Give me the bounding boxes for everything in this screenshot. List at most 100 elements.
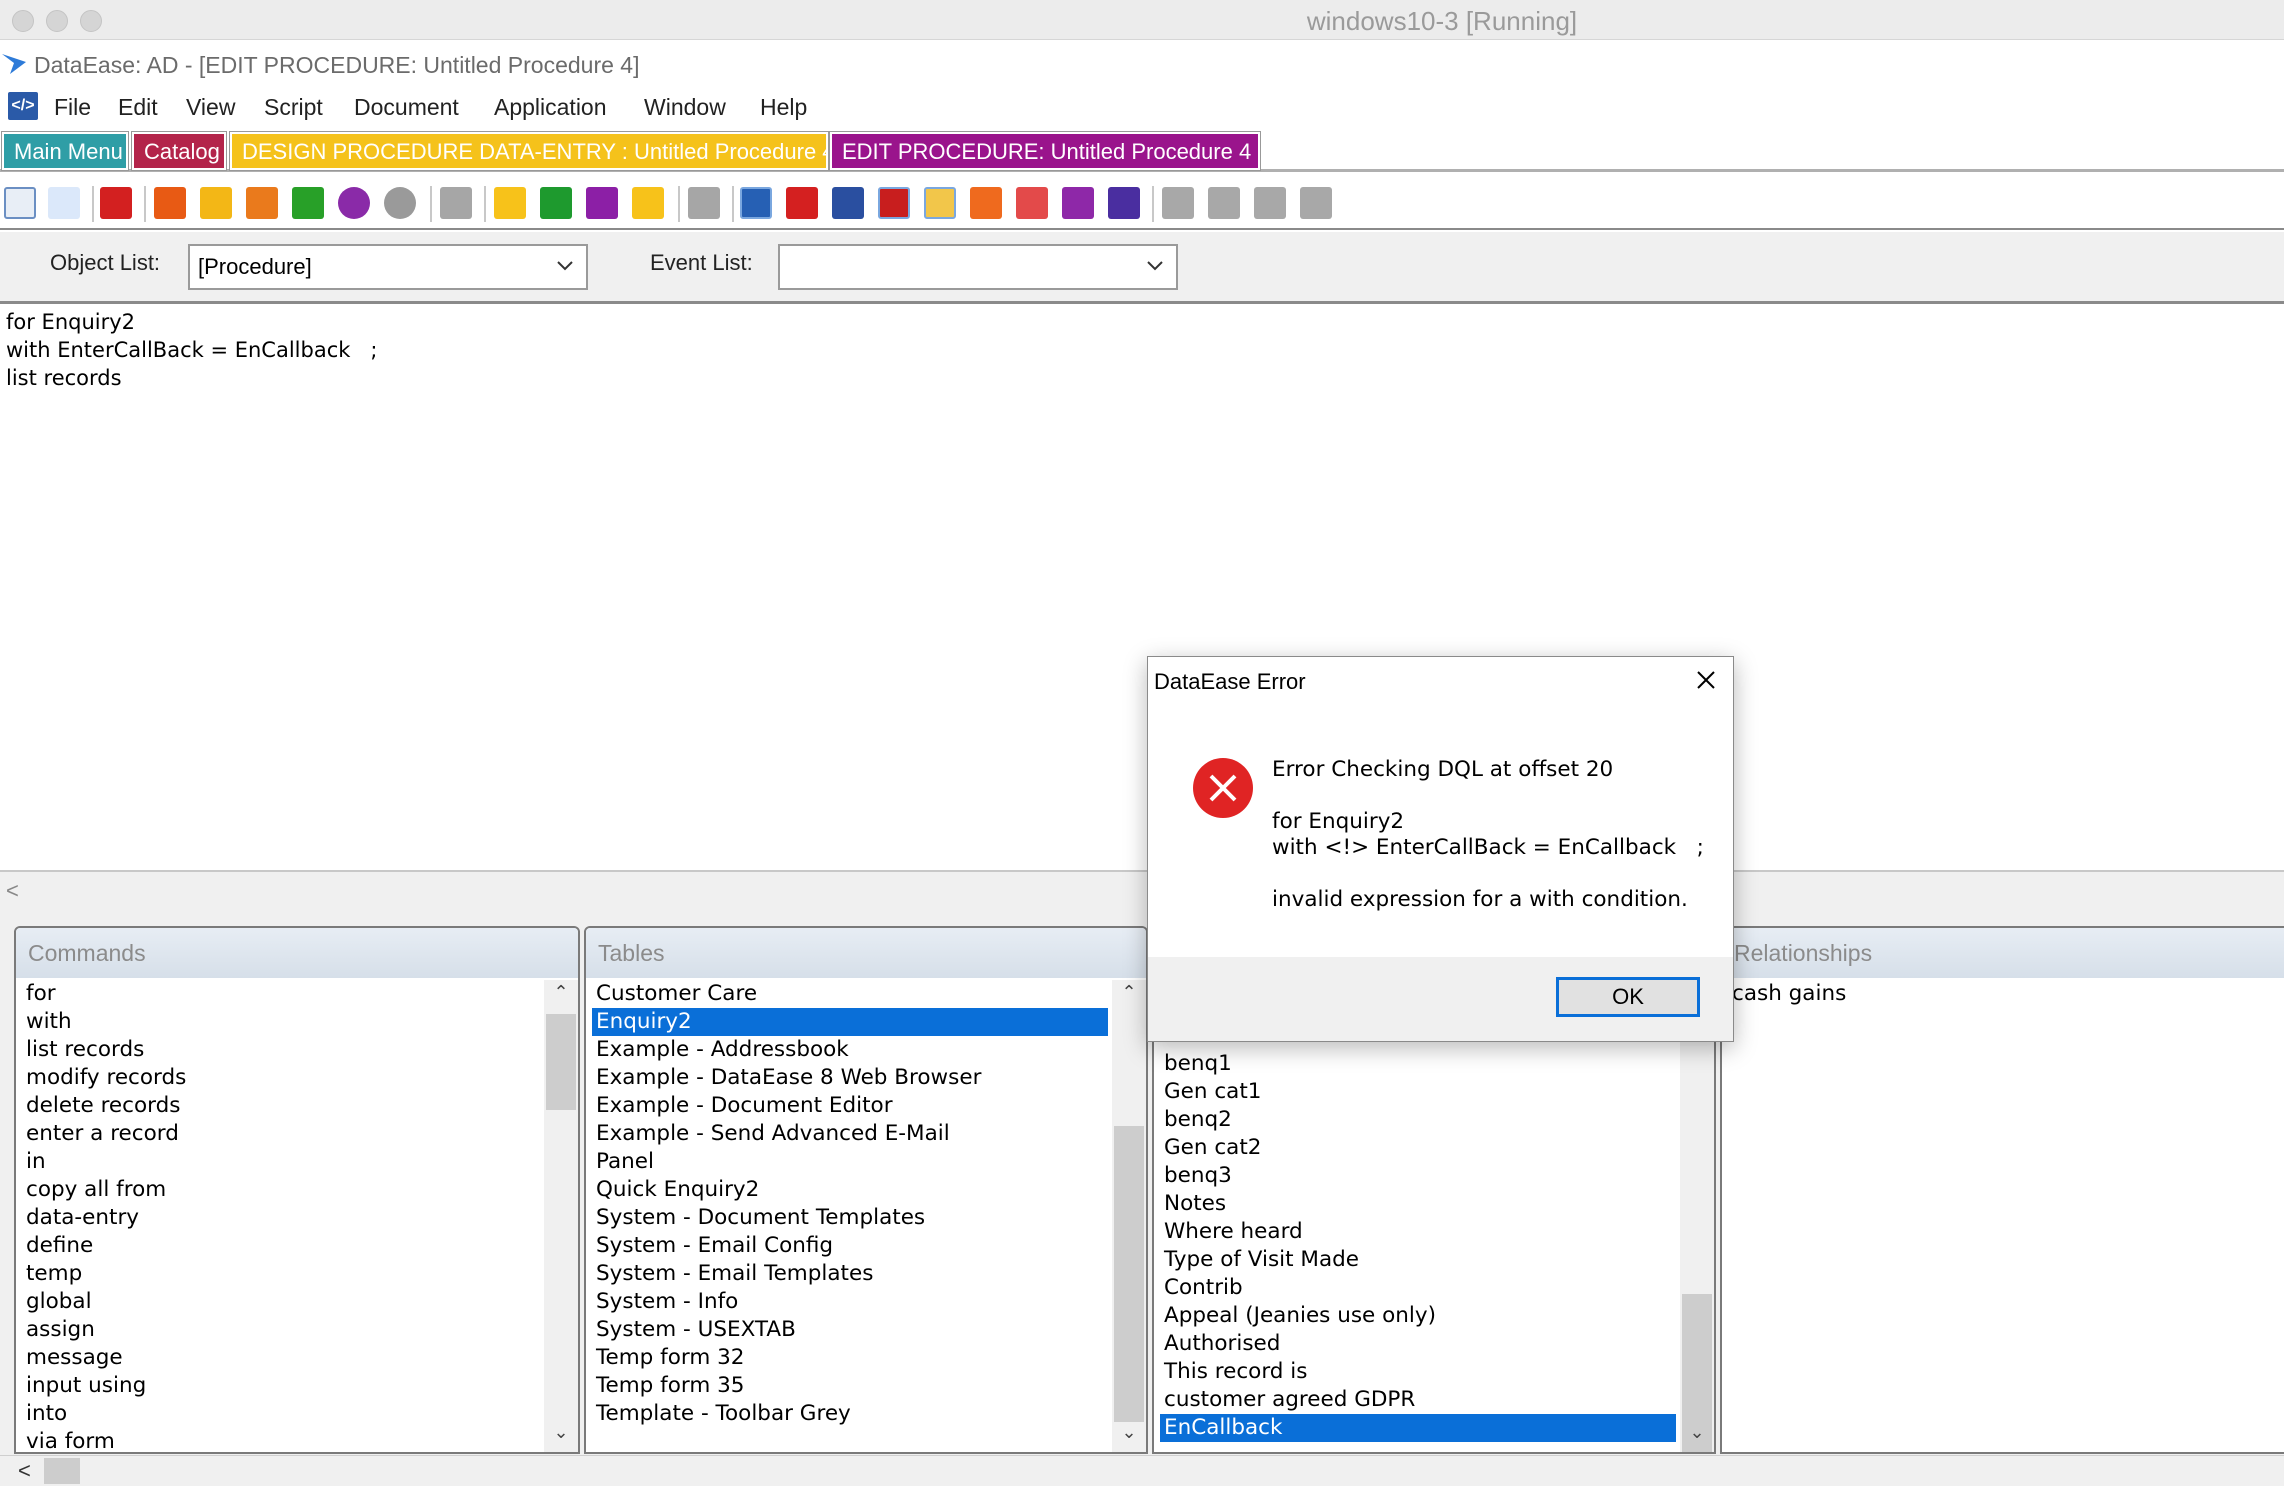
list-item[interactable]: Where heard xyxy=(1160,1218,1676,1246)
navigator-icon[interactable] xyxy=(4,187,36,219)
settings-icon[interactable] xyxy=(154,187,186,219)
menu-window[interactable]: Window xyxy=(644,94,726,121)
scroll-down-icon[interactable]: ⌄ xyxy=(1112,1422,1146,1450)
list-item[interactable]: Temp form 35 xyxy=(592,1372,1108,1400)
copy-icon[interactable] xyxy=(246,187,278,219)
resize-icon[interactable] xyxy=(1300,187,1332,219)
list-item[interactable]: Example - Document Editor xyxy=(592,1092,1108,1120)
find-icon[interactable] xyxy=(540,187,572,219)
list-item[interactable]: for xyxy=(22,980,186,1008)
tab-edit-procedure[interactable]: EDIT PROCEDURE: Untitled Procedure 4 xyxy=(829,131,1261,171)
list-item[interactable]: assign xyxy=(22,1316,186,1344)
cut-icon[interactable] xyxy=(200,187,232,219)
list-item[interactable]: modify records xyxy=(22,1064,186,1092)
list-item[interactable]: Temp form 32 xyxy=(592,1344,1108,1372)
list-item[interactable]: Appeal (Jeanies use only) xyxy=(1160,1302,1676,1330)
scroll-left-icon[interactable]: < xyxy=(18,1458,31,1484)
scroll-thumb[interactable] xyxy=(44,1458,80,1484)
list-item[interactable]: Gen cat1 xyxy=(1160,1078,1676,1106)
scroll-up-icon[interactable]: ⌃ xyxy=(1112,982,1146,1010)
align-bottom-icon[interactable] xyxy=(1208,187,1240,219)
list-item[interactable]: data-entry xyxy=(22,1204,186,1232)
list-item[interactable]: benq2 xyxy=(1160,1106,1676,1134)
function-icon[interactable] xyxy=(786,187,818,219)
list-item[interactable]: Example - DataEase 8 Web Browser xyxy=(592,1064,1108,1092)
bottom-horizontal-scrollbar[interactable]: < xyxy=(0,1455,2284,1486)
list-item[interactable]: Contrib xyxy=(1160,1274,1676,1302)
list-item[interactable]: System - Document Templates xyxy=(592,1204,1108,1232)
list-item-selected[interactable]: EnCallback xyxy=(1160,1414,1676,1442)
replace-icon[interactable] xyxy=(586,187,618,219)
list-item[interactable]: System - Info xyxy=(592,1288,1108,1316)
list-item[interactable]: message xyxy=(22,1344,186,1372)
form-icon[interactable] xyxy=(924,187,956,219)
menu-document[interactable]: Document xyxy=(354,94,459,121)
scroll-down-icon[interactable]: ⌄ xyxy=(1680,1422,1714,1450)
import-icon[interactable] xyxy=(1062,187,1094,219)
tables-scrollbar[interactable]: ⌃ ⌄ xyxy=(1112,980,1146,1452)
align-icon[interactable] xyxy=(1162,187,1194,219)
list-item[interactable]: System - USEXTAB xyxy=(592,1316,1108,1344)
menu-file[interactable]: File xyxy=(54,94,91,121)
view-icon[interactable] xyxy=(740,187,772,219)
tab-main-menu[interactable]: Main Menu xyxy=(1,131,129,171)
list-item[interactable]: Panel xyxy=(592,1148,1108,1176)
close-icon[interactable] xyxy=(1691,665,1721,695)
list-item[interactable]: Authorised xyxy=(1160,1330,1676,1358)
scroll-thumb[interactable] xyxy=(1114,1126,1144,1422)
menu-help[interactable]: Help xyxy=(760,94,807,121)
list-item[interactable]: cash gains xyxy=(1728,980,1846,1008)
list-item[interactable]: delete records xyxy=(22,1092,186,1120)
fields-scrollbar[interactable]: ⌄ xyxy=(1680,980,1714,1452)
list-item[interactable]: Type of Visit Made xyxy=(1160,1246,1676,1274)
list-item[interactable]: Example - Addressbook xyxy=(592,1036,1108,1064)
save-icon[interactable] xyxy=(100,187,132,219)
ok-button[interactable]: OK xyxy=(1556,977,1700,1017)
printer-icon[interactable] xyxy=(878,187,910,219)
list-item[interactable]: with xyxy=(22,1008,186,1036)
list-item[interactable]: Example - Send Advanced E-Mail xyxy=(592,1120,1108,1148)
scroll-down-icon[interactable]: ⌄ xyxy=(544,1422,578,1450)
list-item[interactable]: customer agreed GDPR xyxy=(1160,1386,1676,1414)
scroll-up-icon[interactable]: ⌃ xyxy=(544,982,578,1010)
export-icon[interactable] xyxy=(970,187,1002,219)
list-item[interactable]: Notes xyxy=(1160,1190,1676,1218)
scroll-thumb[interactable] xyxy=(546,1014,576,1110)
document-icon[interactable] xyxy=(832,187,864,219)
menu-view[interactable]: View xyxy=(186,94,235,121)
distribute-icon[interactable] xyxy=(1254,187,1286,219)
paste-icon[interactable] xyxy=(292,187,324,219)
grid-icon[interactable] xyxy=(1016,187,1048,219)
list-item-selected[interactable]: Enquiry2 xyxy=(592,1008,1108,1036)
list-item[interactable]: benq1 xyxy=(1160,1050,1676,1078)
object-list-select[interactable]: [Procedure] xyxy=(188,244,588,290)
list-item[interactable]: System - Email Config xyxy=(592,1232,1108,1260)
list-item[interactable]: enter a record xyxy=(22,1120,186,1148)
disk-icon[interactable] xyxy=(1108,187,1140,219)
menu-script[interactable]: Script xyxy=(264,94,323,121)
list-item[interactable]: This record is xyxy=(1160,1358,1676,1386)
list-item[interactable]: copy all from xyxy=(22,1176,186,1204)
list-item[interactable]: System - Email Templates xyxy=(592,1260,1108,1288)
list-item[interactable]: list records xyxy=(22,1036,186,1064)
list-item[interactable]: global xyxy=(22,1288,186,1316)
list-item[interactable]: Customer Care xyxy=(592,980,1108,1008)
list-item[interactable]: input using xyxy=(22,1372,186,1400)
list-item[interactable]: temp xyxy=(22,1260,186,1288)
list-item[interactable]: benq3 xyxy=(1160,1162,1676,1190)
commands-scrollbar[interactable]: ⌃ ⌄ xyxy=(544,980,578,1452)
list-item[interactable]: via form xyxy=(22,1428,186,1452)
list-item[interactable]: Template - Toolbar Grey xyxy=(592,1400,1108,1428)
nav-arrow-icon[interactable] xyxy=(48,187,80,219)
list-item[interactable]: Quick Enquiry2 xyxy=(592,1176,1108,1204)
menu-edit[interactable]: Edit xyxy=(118,94,158,121)
script-editor[interactable]: for Enquiry2 with EnterCallBack = EnCall… xyxy=(0,308,2284,870)
list-item[interactable]: Gen cat2 xyxy=(1160,1134,1676,1162)
undo-icon[interactable] xyxy=(338,187,370,219)
list-item[interactable]: define xyxy=(22,1232,186,1260)
script-editor-icon[interactable]: </> xyxy=(8,92,38,120)
editor-horizontal-scrollbar[interactable]: < xyxy=(0,870,2284,910)
next-icon[interactable] xyxy=(632,187,664,219)
prev-icon[interactable] xyxy=(494,187,526,219)
back-icon[interactable] xyxy=(440,187,472,219)
